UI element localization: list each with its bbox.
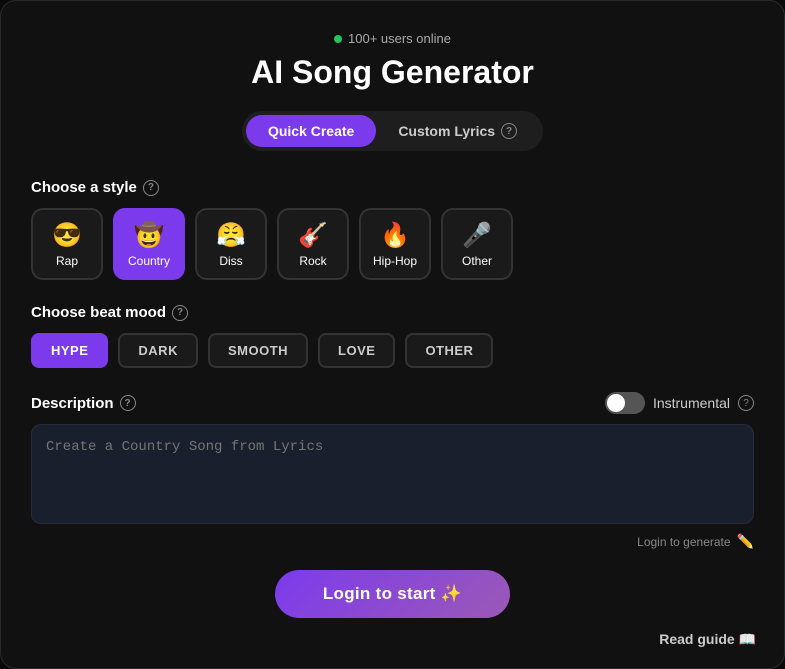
read-guide-link[interactable]: Read guide 📖: [659, 631, 756, 648]
instrumental-toggle[interactable]: [605, 392, 645, 414]
rock-label: Rock: [299, 254, 326, 268]
custom-lyrics-info-icon: ?: [501, 123, 517, 139]
login-to-generate-text: Login to generate: [637, 535, 730, 549]
other-label: Other: [462, 254, 492, 268]
style-grid: 😎 Rap 🤠 Country 😤 Diss 🎸 Rock 🔥 Hip-Hop …: [31, 208, 754, 280]
tab-quick-create[interactable]: Quick Create: [246, 115, 376, 147]
mood-grid: HYPE DARK SMOOTH LOVE OTHER: [31, 333, 754, 368]
style-section-label: Choose a style ?: [31, 179, 754, 196]
page-title: AI Song Generator: [31, 54, 754, 91]
style-help-icon[interactable]: ?: [143, 180, 159, 196]
instrumental-group: Instrumental ?: [605, 392, 754, 414]
rap-label: Rap: [56, 254, 78, 268]
mood-smooth[interactable]: SMOOTH: [208, 333, 308, 368]
hiphop-emoji: 🔥: [380, 221, 410, 250]
style-card-rock[interactable]: 🎸 Rock: [277, 208, 349, 280]
desc-footer: Login to generate ✏️: [31, 533, 754, 550]
diss-label: Diss: [219, 254, 242, 268]
other-emoji: 🎤: [462, 221, 492, 250]
tab-custom-lyrics[interactable]: Custom Lyrics ?: [376, 115, 539, 147]
style-card-rap[interactable]: 😎 Rap: [31, 208, 103, 280]
diss-emoji: 😤: [216, 221, 246, 250]
desc-help-icon[interactable]: ?: [120, 395, 136, 411]
online-dot: [334, 35, 342, 43]
rock-emoji: 🎸: [298, 221, 328, 250]
style-card-diss[interactable]: 😤 Diss: [195, 208, 267, 280]
mood-help-icon[interactable]: ?: [172, 305, 188, 321]
description-label-group: Description ?: [31, 395, 136, 412]
mood-hype[interactable]: HYPE: [31, 333, 108, 368]
pencil-icon: ✏️: [737, 533, 754, 550]
country-label: Country: [128, 254, 170, 268]
mood-section-label: Choose beat mood ?: [31, 304, 754, 321]
mood-other[interactable]: OTHER: [405, 333, 493, 368]
mood-love[interactable]: LOVE: [318, 333, 395, 368]
main-window: 100+ users online AI Song Generator Quic…: [0, 0, 785, 669]
style-card-other[interactable]: 🎤 Other: [441, 208, 513, 280]
online-indicator: 100+ users online: [31, 31, 754, 46]
description-input[interactable]: [31, 424, 754, 524]
rap-emoji: 😎: [52, 221, 82, 250]
description-header: Description ? Instrumental ?: [31, 392, 754, 414]
instrumental-help-icon[interactable]: ?: [738, 395, 754, 411]
style-card-hiphop[interactable]: 🔥 Hip-Hop: [359, 208, 431, 280]
online-text: 100+ users online: [348, 31, 451, 46]
country-emoji: 🤠: [134, 221, 164, 250]
mood-dark[interactable]: DARK: [118, 333, 198, 368]
style-card-country[interactable]: 🤠 Country: [113, 208, 185, 280]
hiphop-label: Hip-Hop: [373, 254, 417, 268]
tab-bar: Quick Create Custom Lyrics ?: [242, 111, 543, 151]
